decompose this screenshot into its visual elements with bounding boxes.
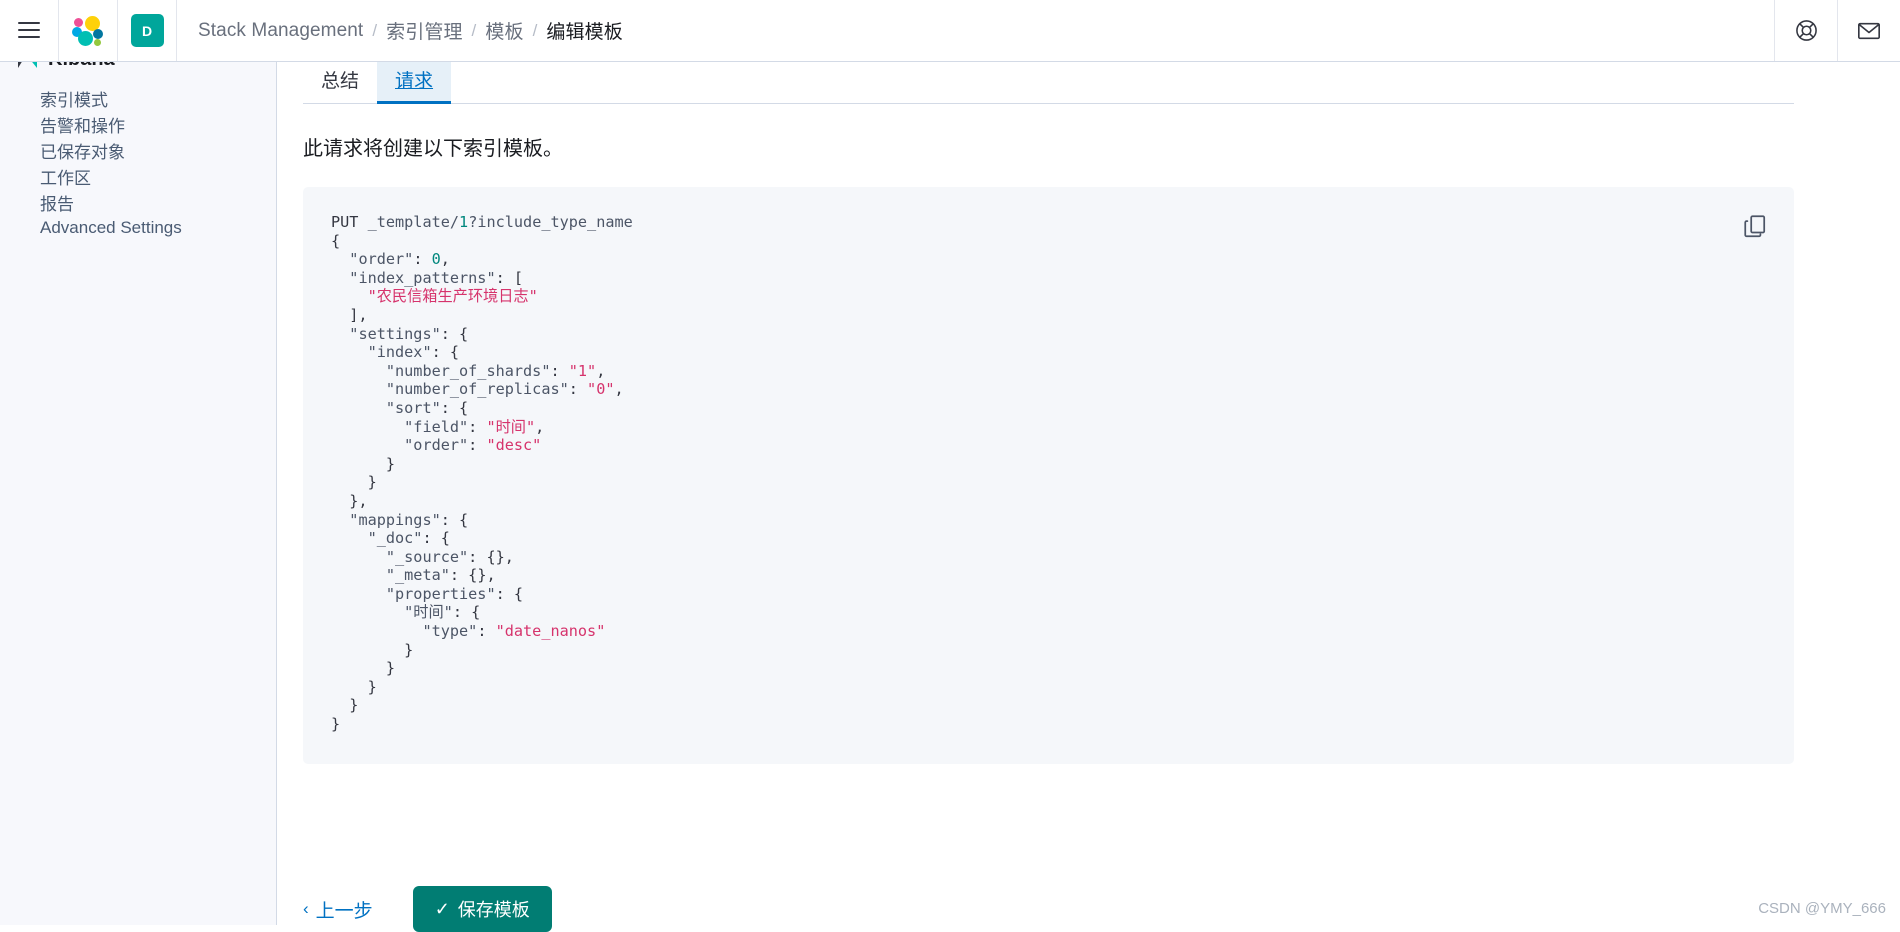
sidebar-item-reporting[interactable]: 报告 <box>0 189 276 215</box>
breadcrumb: Stack Management / 索引管理 / 模板 / 编辑模板 <box>177 17 623 44</box>
breadcrumb-item-templates[interactable]: 模板 <box>485 17 523 44</box>
help-button[interactable] <box>1775 0 1837 61</box>
chevron-left-icon: ‹ <box>303 899 309 919</box>
intro-description: 此请求将创建以下索引模板。 <box>303 132 1794 161</box>
tab-summary[interactable]: 总结 <box>303 62 377 104</box>
hamburger-menu-icon <box>18 22 40 39</box>
mail-envelope-icon <box>1856 18 1882 44</box>
sidebar-item-spaces[interactable]: 工作区 <box>0 163 276 189</box>
space-avatar: D <box>131 14 164 47</box>
sidebar-item-saved-objects[interactable]: 已保存对象 <box>0 137 276 163</box>
breadcrumb-item-stack-management[interactable]: Stack Management <box>198 20 363 42</box>
sidebar-item-alerts-actions[interactable]: 告警和操作 <box>0 111 276 137</box>
sidebar-item-label: 工作区 <box>40 164 91 189</box>
elastic-logo-icon <box>71 14 105 48</box>
lifebuoy-help-icon <box>1794 18 1819 43</box>
sidebar-item-label: 报告 <box>40 190 74 215</box>
space-switcher-button[interactable]: D <box>118 0 176 61</box>
sidebar-item-index-patterns[interactable]: 索引模式 <box>0 85 276 111</box>
tab-request[interactable]: 请求 <box>377 62 451 104</box>
sidebar-nav-list: 索引模式 告警和操作 已保存对象 工作区 报告 Advanced Setting… <box>0 85 276 241</box>
tab-summary-label: 总结 <box>321 66 359 93</box>
tab-request-label: 请求 <box>395 66 433 93</box>
header-right-actions <box>1774 0 1900 61</box>
top-header-bar: D Stack Management / 索引管理 / 模板 / 编辑模板 <box>0 0 1900 62</box>
sidebar-item-advanced-settings[interactable]: Advanced Settings <box>0 215 276 241</box>
save-template-button[interactable]: ✓ 保存模板 <box>413 886 552 932</box>
request-code-block: PUT _template/1?include_type_name { "ord… <box>303 187 1794 764</box>
breadcrumb-separator: / <box>533 21 538 41</box>
request-code-text: PUT _template/1?include_type_name { "ord… <box>329 213 1760 734</box>
sidebar-item-label: 告警和操作 <box>40 112 125 137</box>
breadcrumb-item-edit-template[interactable]: 编辑模板 <box>546 17 622 44</box>
copy-to-clipboard-icon[interactable] <box>1742 213 1768 239</box>
news-feed-button[interactable] <box>1838 0 1900 61</box>
breadcrumb-item-index-management[interactable]: 索引管理 <box>386 17 462 44</box>
main-content-area: 总结 请求 此请求将创建以下索引模板。 PUT _template/1?incl… <box>277 62 1900 925</box>
save-template-label: 保存模板 <box>458 896 530 922</box>
sidebar-item-label: 已保存对象 <box>40 138 125 163</box>
breadcrumb-separator: / <box>472 21 477 41</box>
sidebar-item-label: 索引模式 <box>40 86 108 111</box>
left-sidebar: Kibana 索引模式 告警和操作 已保存对象 工作区 报告 Advanced … <box>0 0 277 925</box>
sidebar-item-label: Advanced Settings <box>40 218 182 238</box>
elastic-home-button[interactable] <box>59 0 117 61</box>
breadcrumb-separator: / <box>372 21 377 41</box>
template-request-pane: 总结 请求 此请求将创建以下索引模板。 PUT _template/1?incl… <box>303 62 1794 764</box>
wizard-footer-actions: ‹ 上一步 ✓ 保存模板 <box>303 886 552 932</box>
watermark-label: CSDN @YMY_666 <box>1758 900 1886 917</box>
toggle-nav-button[interactable] <box>0 0 58 61</box>
check-icon: ✓ <box>435 899 450 920</box>
back-step-button[interactable]: ‹ 上一步 <box>303 896 373 923</box>
tab-bar: 总结 请求 <box>303 62 1794 104</box>
back-step-label: 上一步 <box>316 896 373 923</box>
